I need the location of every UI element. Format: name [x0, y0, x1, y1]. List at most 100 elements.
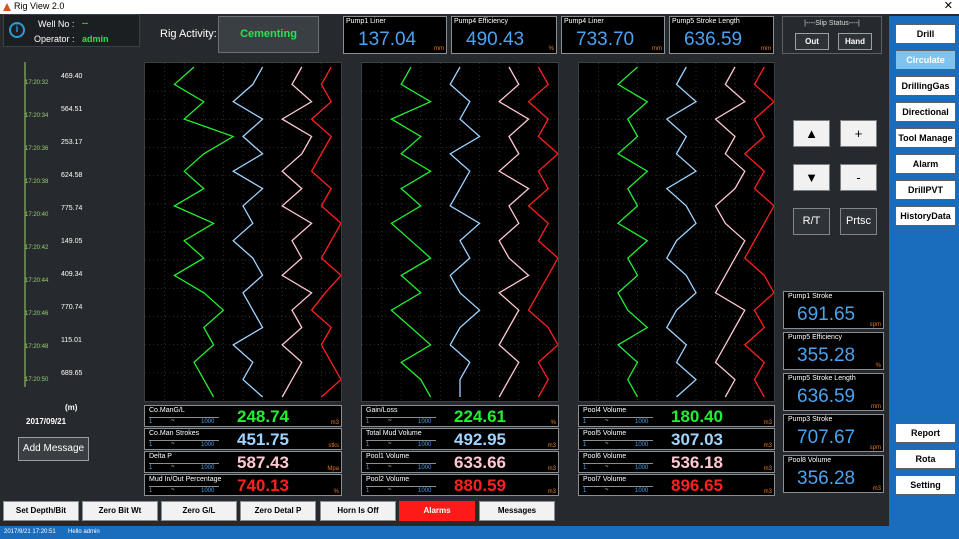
nav-circulate-button[interactable]: Circulate: [895, 50, 956, 70]
range-max: 1000: [201, 442, 215, 448]
time-tick-label: 17:20:34: [25, 113, 49, 119]
nav-directional-button[interactable]: Directional: [895, 102, 956, 122]
trend-series-line: [498, 66, 530, 398]
well-label: Well No :: [38, 19, 75, 29]
depth-value: 775.74: [61, 205, 83, 212]
readout-unit: m3: [763, 466, 772, 472]
zoom-out-button[interactable]: -: [840, 164, 877, 191]
depth-value: 689.65: [61, 370, 83, 377]
slip-out-button[interactable]: Out: [795, 33, 829, 50]
pump-value: 137.04: [358, 29, 417, 50]
readout-panel: Mud In/Out Percentage 1 ~1000 740.13%: [144, 474, 342, 496]
depth-unit: (m): [65, 403, 78, 412]
pump-label: Pump4 Efficiency: [454, 18, 508, 25]
readout-label: Pool5 Volume: [583, 430, 627, 437]
panel-label: Pump5 Stroke Length: [788, 375, 856, 382]
readout-value: 896.65: [671, 476, 723, 495]
time-tick-label: 17:20:38: [25, 179, 49, 185]
zero-gl-button[interactable]: Zero G/L: [161, 501, 237, 521]
range-max: 1000: [418, 419, 432, 425]
alarms-button[interactable]: Alarms: [399, 501, 475, 521]
range-dash: ~: [605, 441, 609, 447]
panel-value: 356.28: [797, 468, 856, 489]
readout-unit: m3: [547, 489, 556, 495]
set-depth-bit-button[interactable]: Set Depth/Bit: [3, 501, 79, 521]
range-min: 1: [583, 419, 587, 425]
range-max: 1000: [635, 442, 649, 448]
range-divider: [366, 463, 436, 464]
readout-panel: Co.ManG/L 1 ~1000 248.74 m3: [144, 405, 342, 427]
nav-drillinggas-button[interactable]: DrillingGas: [895, 76, 956, 96]
nav-historydata-button[interactable]: HistoryData: [895, 206, 956, 226]
operator-value: admin: [82, 34, 109, 44]
range-min: 1: [583, 465, 587, 471]
readout-panel: Pool5 Volume 1 ~1000 307.03 m3: [578, 428, 775, 450]
trend-chart-3: [578, 62, 775, 402]
panel-unit: spm: [869, 445, 881, 451]
nav-drill-button[interactable]: Drill: [895, 24, 956, 44]
readout-value: 180.40: [671, 407, 723, 426]
readout-panel: Pool6 Volume 1 ~1000 536.18 m3: [578, 451, 775, 473]
readout-panel: Co.Man Strokes 1 ~1000 451.75 stks: [144, 428, 342, 450]
readout-panel: Pool4 Volume 1 ~1000 180.40 m3: [578, 405, 775, 427]
panel-value: 636.59: [797, 386, 856, 407]
add-message-button[interactable]: Add Message: [18, 437, 89, 461]
range-max: 1000: [201, 465, 215, 471]
readout-panel: Delta P 1 ~1000 587.43 Mpa: [144, 451, 342, 473]
range-divider: [583, 463, 653, 464]
readout-label: Pool7 Volume: [583, 476, 627, 483]
readout-panel: Pool2 Volume 1 ~1000 880.59 m3: [361, 474, 559, 496]
readout-panel: Gain/Loss 1 ~1000 224.61%: [361, 405, 559, 427]
range-dash: ~: [388, 418, 392, 424]
range-max: 1000: [635, 419, 649, 425]
zero-detal-p-button[interactable]: Zero Detal P: [240, 501, 316, 521]
pump-label: Pump4 Liner: [564, 18, 604, 25]
range-min: 1: [149, 488, 153, 494]
realtime-button[interactable]: R/T: [793, 208, 830, 235]
readout-unit: m3: [763, 420, 772, 426]
nav-setting-button[interactable]: Setting: [895, 475, 956, 495]
close-icon[interactable]: ✕: [944, 0, 953, 12]
rig-activity-value[interactable]: Cementing: [218, 16, 319, 53]
depth-time-column: 17:20:32 469.40 17:20:34 564.51 17:20:36 253.…: [3, 62, 140, 402]
panel-value: 355.28: [797, 345, 856, 366]
range-max: 1000: [635, 488, 649, 494]
time-tick-label: 17:20:40: [25, 212, 49, 218]
nav-report-button[interactable]: Report: [895, 423, 956, 443]
print-screen-button[interactable]: Prtsc: [840, 208, 877, 235]
nav-alarm-button[interactable]: Alarm: [895, 154, 956, 174]
info-icon[interactable]: i: [9, 22, 25, 38]
slip-hand-button[interactable]: Hand: [838, 33, 872, 50]
range-divider: [366, 417, 436, 418]
time-axis: [24, 62, 26, 387]
depth-value: 149.05: [61, 238, 83, 245]
range-min: 1: [366, 465, 370, 471]
range-divider: [149, 417, 219, 418]
trend-chart-1: [144, 62, 342, 402]
slip-status-panel: |----Slip Status----| Out Hand: [782, 16, 882, 54]
status-bar: 2017/9/21 17:20:51 Hello admin: [0, 526, 959, 539]
pump-unit: mm: [434, 46, 444, 52]
panel-unit: spm: [869, 322, 881, 328]
range-max: 1000: [201, 488, 215, 494]
readout-value: 740.13: [237, 476, 289, 495]
title-bar: Rig View 2.0 ✕: [0, 0, 959, 14]
nav-toolmanage-button[interactable]: Tool Manage: [895, 128, 956, 148]
zero-bit-wt-button[interactable]: Zero Bit Wt: [82, 501, 158, 521]
trend-series-line: [280, 66, 313, 398]
readout-value: 224.61: [454, 407, 506, 426]
scroll-up-button[interactable]: ▲: [793, 120, 830, 147]
range-divider: [583, 417, 653, 418]
range-min: 1: [366, 419, 370, 425]
readout-unit: m3: [763, 489, 772, 495]
trend-plot: [362, 63, 559, 401]
horn-button[interactable]: Horn Is Off: [320, 501, 396, 521]
scroll-down-button[interactable]: ▼: [793, 164, 830, 191]
trend-series-line: [616, 66, 649, 398]
zoom-in-button[interactable]: +: [840, 120, 877, 147]
trend-chart-2: [361, 62, 559, 402]
nav-drillpvt-button[interactable]: DrillPVT: [895, 180, 956, 200]
range-dash: ~: [605, 464, 609, 470]
messages-button[interactable]: Messages: [479, 501, 555, 521]
nav-rota-button[interactable]: Rota: [895, 449, 956, 469]
